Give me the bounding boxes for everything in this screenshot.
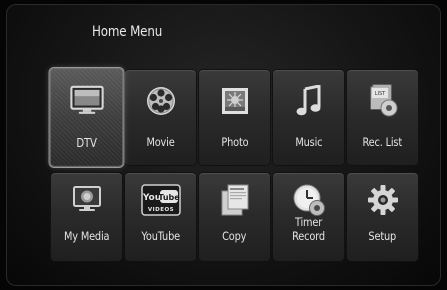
menu-item-label: Rec. List: [362, 135, 403, 149]
menu-item-timer-record[interactable]: Timer Record: [273, 173, 344, 261]
menu-item-label: DTV: [76, 135, 97, 151]
timer-record-icon: [292, 183, 326, 217]
youtube-logo-tube: Tube: [158, 193, 180, 202]
music-note-icon: [292, 84, 326, 118]
menu-item-label: Copy: [222, 229, 247, 243]
my-media-icon: [70, 183, 104, 217]
photo-icon: [218, 84, 252, 118]
youtube-icon: You Tube VIDEOS: [140, 183, 181, 217]
menu-item-setup[interactable]: Setup: [347, 173, 418, 261]
menu-item-youtube[interactable]: You Tube VIDEOS YouTube: [125, 173, 196, 261]
page-title: Home Menu: [92, 24, 163, 40]
menu-item-music[interactable]: Music: [273, 70, 344, 165]
home-menu-screen: Home Menu DTV Movie Photo Music LIST Rec…: [6, 4, 441, 286]
menu-item-label: Setup: [368, 229, 397, 243]
menu-item-label: Movie: [146, 135, 175, 149]
gear-icon: [366, 183, 400, 217]
menu-item-movie[interactable]: Movie: [125, 70, 196, 165]
menu-item-photo[interactable]: Photo: [199, 70, 270, 165]
recording-list-icon: LIST: [366, 84, 400, 118]
menu-grid: DTV Movie Photo Music LIST Rec. List My …: [49, 68, 418, 261]
menu-item-label: YouTube: [141, 229, 180, 243]
menu-item-label: My Media: [63, 229, 110, 243]
youtube-logo-videos: VIDEOS: [147, 207, 173, 213]
menu-item-label: Music: [295, 135, 322, 149]
copy-icon: [218, 183, 252, 217]
menu-item-label: Timer Record: [292, 215, 325, 243]
menu-item-dtv[interactable]: DTV: [49, 68, 124, 167]
menu-item-label: Photo: [220, 135, 249, 149]
film-reel-icon: [144, 84, 178, 118]
menu-item-rec-list[interactable]: LIST Rec. List: [347, 70, 418, 165]
tv-icon: [69, 83, 104, 118]
menu-item-my-media[interactable]: My Media: [51, 173, 122, 261]
rec-list-icon-text: LIST: [374, 91, 385, 97]
menu-item-copy[interactable]: Copy: [199, 173, 270, 261]
